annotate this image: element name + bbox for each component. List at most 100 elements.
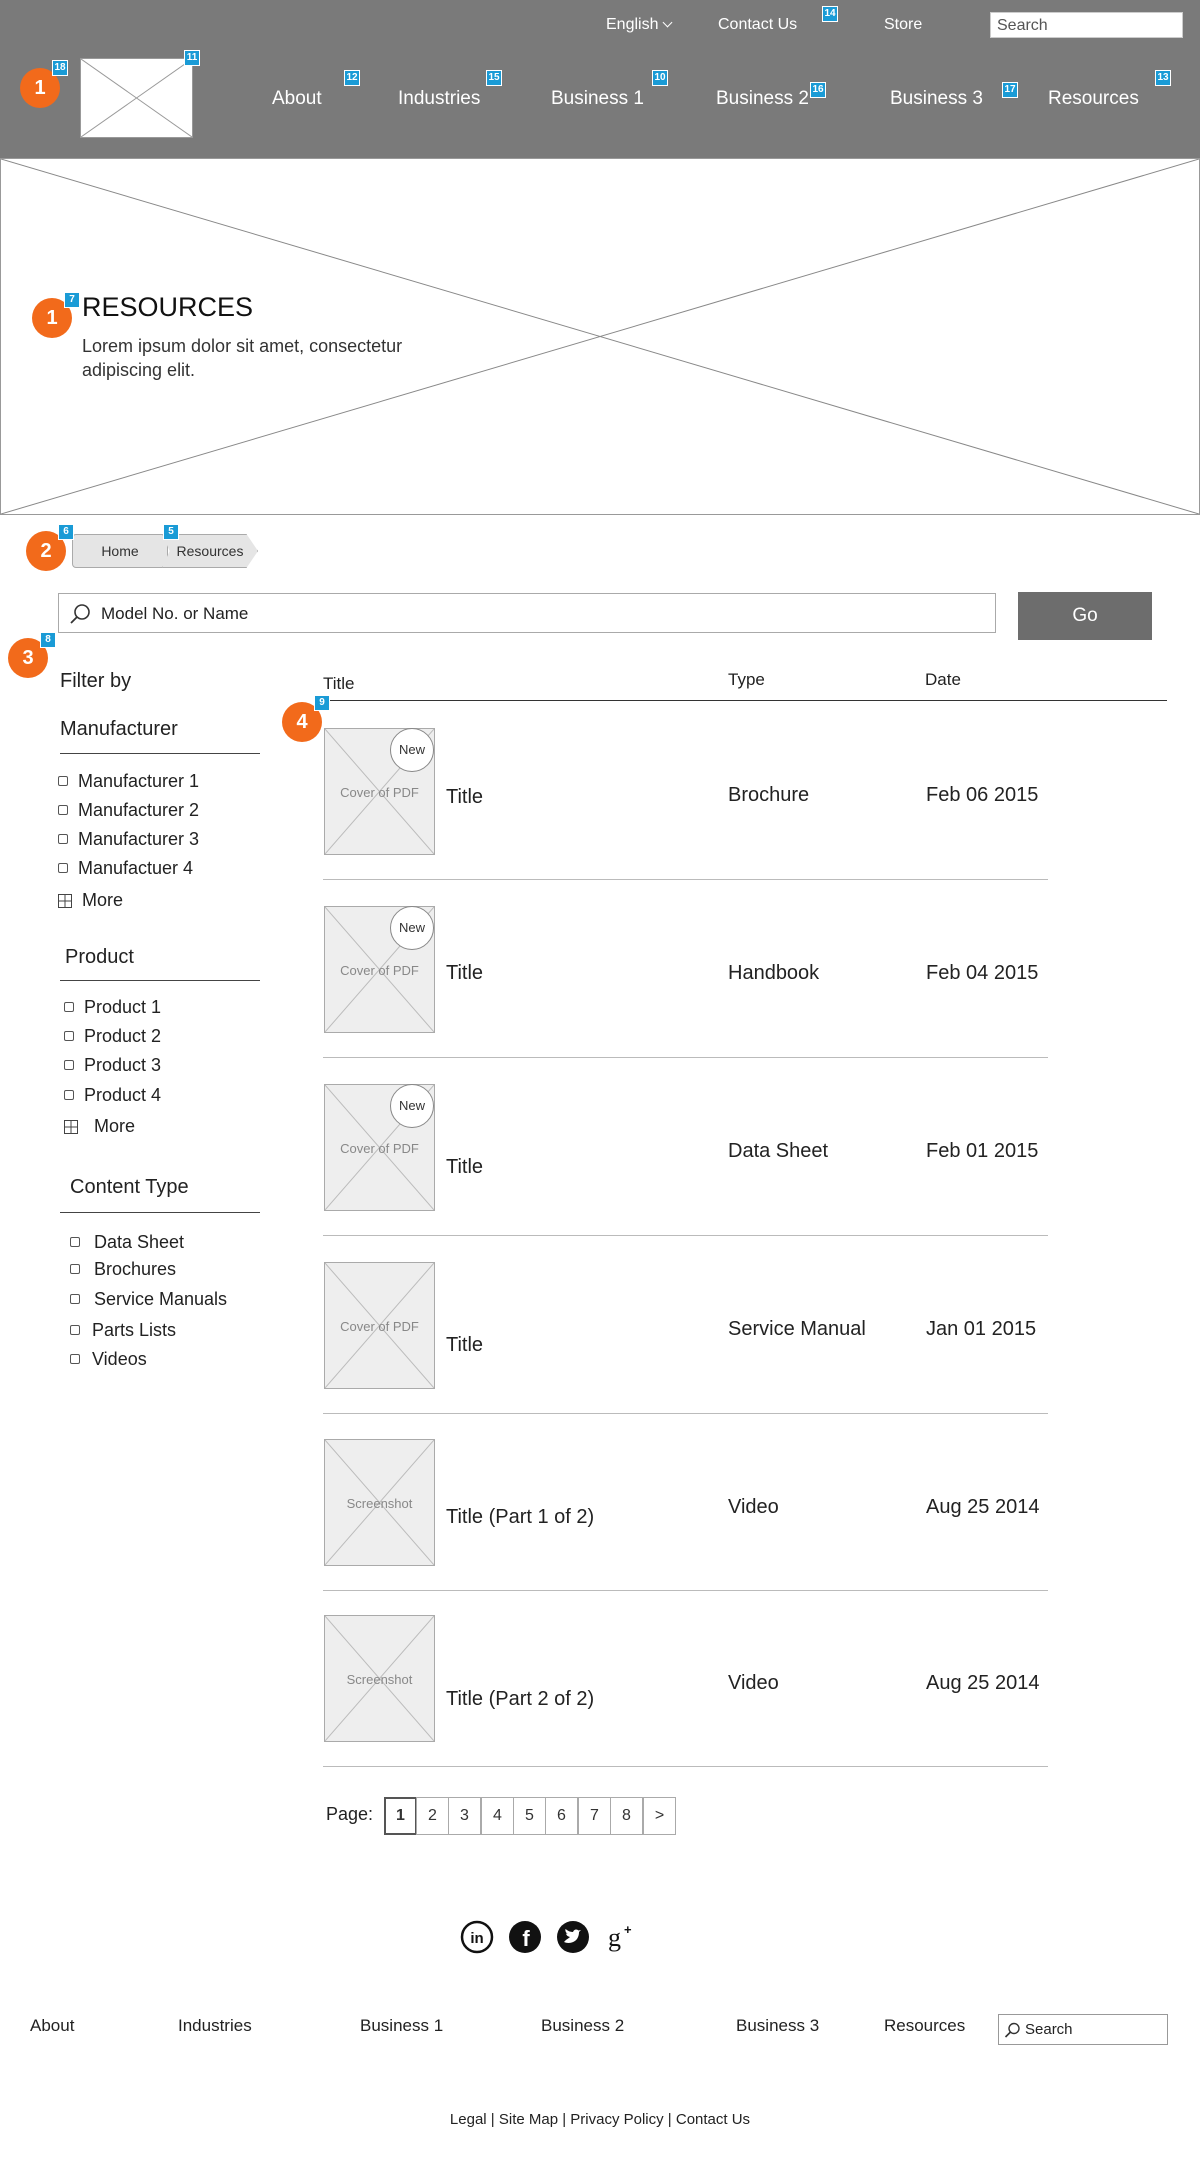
language-selector[interactable]: English: [606, 16, 673, 34]
filter-videos[interactable]: Videos: [70, 1349, 147, 1370]
nav-resources[interactable]: Resources: [1048, 88, 1139, 110]
result-title[interactable]: Title: [446, 1156, 483, 1179]
filter-product-3[interactable]: Product 3: [64, 1055, 161, 1076]
legal-links[interactable]: Legal | Site Map | Privacy Policy | Cont…: [0, 2111, 1200, 2128]
filter-label: Service Manuals: [94, 1289, 228, 1309]
checkbox[interactable]: [64, 1002, 74, 1012]
page-7-button[interactable]: 7: [578, 1797, 611, 1835]
annotation-number: 7: [64, 292, 80, 308]
filter-product-4[interactable]: Product 4: [64, 1085, 161, 1106]
page-4-button[interactable]: 4: [481, 1797, 514, 1835]
annotation-number: 14: [822, 6, 838, 22]
checkbox[interactable]: [64, 1090, 74, 1100]
nav-business-3[interactable]: Business 3: [890, 88, 983, 110]
svg-text:in: in: [470, 1930, 483, 1947]
divider: [60, 980, 260, 981]
result-title[interactable]: Title: [446, 1334, 483, 1357]
checkbox[interactable]: [70, 1294, 80, 1304]
filter-manufacturer-3[interactable]: Manufacturer 3: [58, 829, 199, 850]
header-search-input[interactable]: Search: [990, 12, 1183, 38]
result-title[interactable]: Title: [446, 786, 483, 809]
footer-link-business-3[interactable]: Business 3: [736, 2016, 819, 2036]
expand-icon: [58, 894, 72, 908]
checkbox[interactable]: [70, 1325, 80, 1335]
result-title[interactable]: Title (Part 1 of 2): [446, 1506, 594, 1529]
checkbox[interactable]: [70, 1237, 80, 1247]
new-badge: New: [390, 906, 434, 950]
page-1-button[interactable]: 1: [384, 1797, 417, 1835]
next-page-button[interactable]: >: [643, 1797, 676, 1835]
svg-text:f: f: [522, 1926, 530, 1951]
facebook-icon[interactable]: f: [508, 1920, 542, 1954]
nav-business-2[interactable]: Business 2: [716, 88, 809, 110]
video-screenshot-thumbnail[interactable]: Screenshot: [324, 1439, 435, 1566]
go-button[interactable]: Go: [1018, 592, 1152, 640]
pdf-cover-thumbnail[interactable]: Cover of PDF: [324, 1262, 435, 1389]
page-3-button[interactable]: 3: [448, 1797, 481, 1835]
contact-link[interactable]: Contact Us: [718, 16, 797, 34]
twitter-icon[interactable]: [556, 1920, 590, 1954]
column-header-type[interactable]: Type: [728, 670, 765, 690]
annotation-number: 9: [314, 695, 330, 711]
filter-product-2[interactable]: Product 2: [64, 1026, 161, 1047]
annotation-number: 11: [184, 50, 200, 66]
page-5-button[interactable]: 5: [513, 1797, 546, 1835]
column-header-date[interactable]: Date: [925, 670, 961, 690]
result-date: Aug 25 2014: [926, 1496, 1040, 1518]
linkedin-icon[interactable]: in: [460, 1920, 494, 1954]
thumbnail-caption: Screenshot: [346, 1672, 413, 1687]
result-title[interactable]: Title (Part 2 of 2): [446, 1688, 594, 1711]
nav-business-1[interactable]: Business 1: [551, 88, 644, 110]
model-search-input[interactable]: Model No. or Name: [58, 593, 996, 633]
checkbox[interactable]: [58, 834, 68, 844]
footer-link-resources[interactable]: Resources: [884, 2016, 965, 2036]
filter-service-manuals[interactable]: Service Manuals: [70, 1289, 227, 1310]
filter-label: Brochures: [94, 1259, 177, 1279]
page-6-button[interactable]: 6: [545, 1797, 578, 1835]
divider: [60, 1212, 260, 1213]
filter-manufacturer-more[interactable]: More: [58, 890, 123, 911]
filter-product-1[interactable]: Product 1: [64, 997, 161, 1018]
annotation-number: 6: [58, 524, 74, 540]
nav-industries[interactable]: Industries: [398, 88, 480, 110]
checkbox[interactable]: [70, 1264, 80, 1274]
store-link[interactable]: Store: [884, 16, 922, 34]
site-logo[interactable]: [80, 58, 193, 138]
checkbox[interactable]: [58, 805, 68, 815]
filter-product-more[interactable]: More: [64, 1116, 135, 1137]
column-header-title[interactable]: Title: [323, 674, 355, 694]
filter-manufacturer-2[interactable]: Manufacturer 2: [58, 800, 199, 821]
annotation-number: 10: [652, 70, 668, 86]
footer-link-industries[interactable]: Industries: [178, 2016, 252, 2036]
checkbox[interactable]: [64, 1060, 74, 1070]
filter-data-sheet[interactable]: Data Sheet: [70, 1232, 184, 1253]
footer-link-business-2[interactable]: Business 2: [541, 2016, 624, 2036]
checkbox[interactable]: [64, 1031, 74, 1041]
filter-heading-content-type: Content Type: [70, 1176, 189, 1198]
filter-parts-lists[interactable]: Parts Lists: [70, 1320, 176, 1341]
checkbox[interactable]: [58, 776, 68, 786]
page-2-button[interactable]: 2: [416, 1797, 449, 1835]
footer-search-input[interactable]: Search: [998, 2014, 1168, 2045]
breadcrumb-home[interactable]: Home: [72, 534, 168, 568]
result-type: Data Sheet: [728, 1140, 829, 1162]
video-screenshot-thumbnail[interactable]: Screenshot: [324, 1615, 435, 1742]
filter-brochures[interactable]: Brochures: [70, 1259, 176, 1280]
result-title[interactable]: Title: [446, 962, 483, 985]
filter-label: Data Sheet: [94, 1232, 185, 1252]
search-icon: [70, 604, 90, 624]
more-label: More: [94, 1116, 136, 1136]
nav-about[interactable]: About: [272, 88, 322, 110]
checkbox[interactable]: [70, 1354, 80, 1364]
filter-manufacturer-4[interactable]: Manufactuer 4: [58, 858, 193, 879]
annotation-number: 13: [1155, 70, 1171, 86]
page-8-button[interactable]: 8: [610, 1797, 643, 1835]
footer-link-about[interactable]: About: [30, 2016, 74, 2036]
google-plus-icon[interactable]: g +: [604, 1920, 638, 1954]
footer-link-business-1[interactable]: Business 1: [360, 2016, 443, 2036]
filter-label: Manufacturer 1: [78, 771, 200, 791]
language-label: English: [606, 16, 659, 33]
filter-manufacturer-1[interactable]: Manufacturer 1: [58, 771, 199, 792]
filter-heading-product: Product: [65, 946, 134, 968]
checkbox[interactable]: [58, 863, 68, 873]
